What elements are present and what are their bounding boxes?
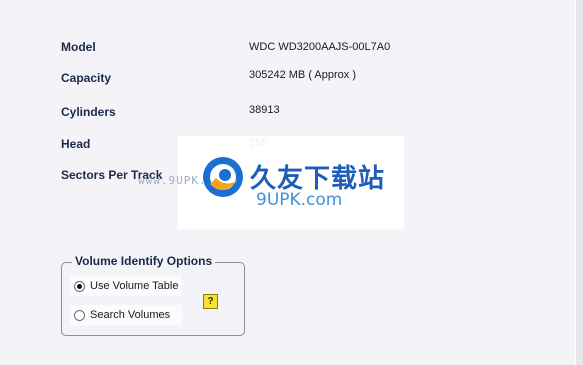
use-volume-table-label: Use Volume Table [90, 280, 179, 292]
cylinders-label: Cylinders [61, 105, 116, 119]
use-volume-table-option[interactable]: Use Volume Table [70, 276, 182, 296]
help-button[interactable]: ? [203, 294, 218, 309]
head-label: Head [61, 137, 91, 151]
capacity-value: 305242 MB ( Approx ) [249, 69, 357, 81]
watermark-overlay: www.9UPK.com 久友下载站 9UPK.com [138, 136, 404, 229]
right-edge-border [575, 0, 583, 365]
search-volumes-radio[interactable] [74, 309, 85, 321]
use-volume-table-radio[interactable] [74, 280, 85, 292]
cylinders-value: 38913 [249, 104, 280, 116]
volume-identify-options-title: Volume Identify Options [72, 254, 216, 268]
model-label: Model [61, 40, 96, 54]
search-volumes-label: Search Volumes [90, 309, 171, 321]
watermark-en-text: 9UPK.com [256, 190, 343, 210]
search-volumes-option[interactable]: Search Volumes [70, 305, 182, 325]
watermark-logo-icon [203, 157, 243, 197]
drive-info-panel: Model WDC WD3200AAJS-00L7A0 Capacity 305… [0, 0, 576, 365]
capacity-label: Capacity [61, 71, 112, 85]
model-value: WDC WD3200AAJS-00L7A0 [249, 41, 391, 53]
